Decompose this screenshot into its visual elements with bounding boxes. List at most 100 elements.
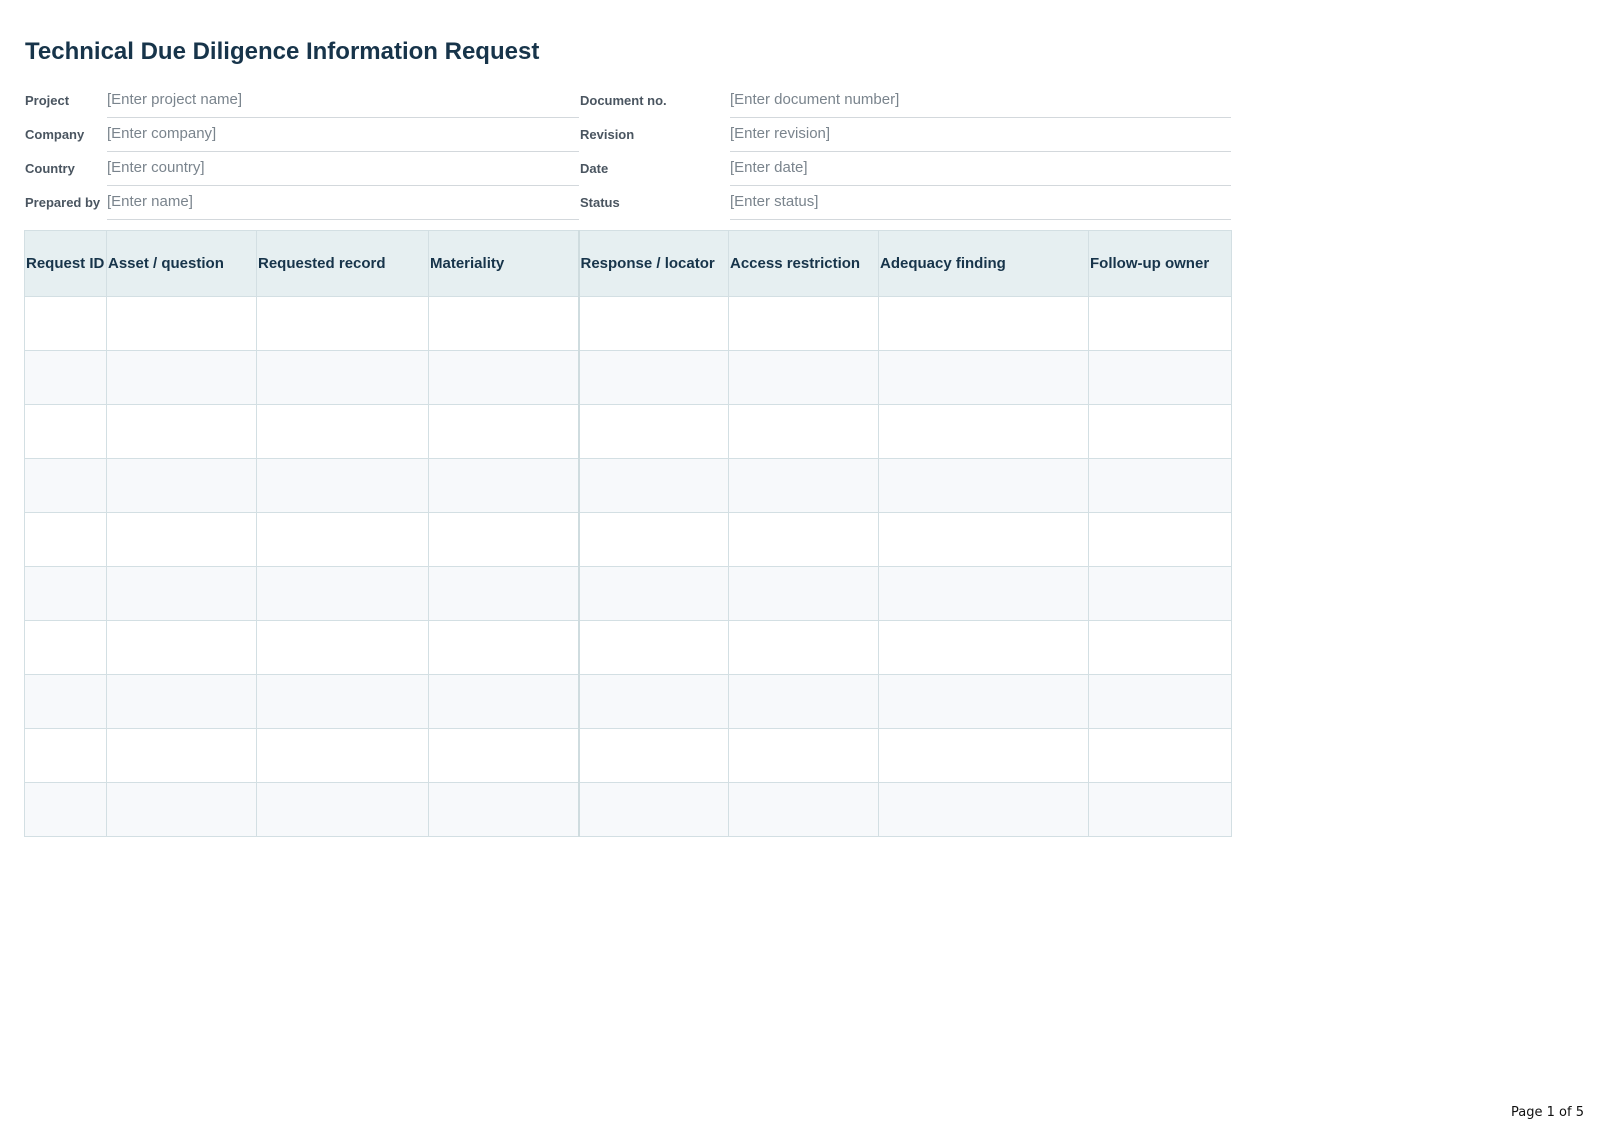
table-cell[interactable] bbox=[577, 404, 729, 459]
table-cell[interactable] bbox=[428, 620, 579, 675]
table-cell[interactable] bbox=[878, 566, 1089, 621]
table-cell[interactable] bbox=[106, 728, 257, 783]
table-cell[interactable] bbox=[1088, 566, 1232, 621]
table-cell[interactable] bbox=[577, 458, 729, 513]
table-cell[interactable] bbox=[878, 620, 1089, 675]
project-label: Project bbox=[25, 93, 70, 108]
document-number-field[interactable]: [Enter document number] bbox=[730, 85, 1231, 118]
meta-row: Company [Enter company] Revision [Enter … bbox=[25, 119, 1231, 153]
table-cell[interactable] bbox=[256, 512, 429, 567]
table-cell[interactable] bbox=[878, 728, 1089, 783]
table-cell[interactable] bbox=[728, 404, 879, 459]
table-cell[interactable] bbox=[256, 782, 429, 837]
table-cell[interactable] bbox=[728, 728, 879, 783]
table-cell[interactable] bbox=[256, 404, 429, 459]
table-cell[interactable] bbox=[428, 296, 579, 351]
table-cell[interactable] bbox=[728, 782, 879, 837]
table-cell[interactable] bbox=[878, 296, 1089, 351]
table-cell[interactable] bbox=[728, 350, 879, 405]
table-cell[interactable] bbox=[24, 404, 107, 459]
revision-field[interactable]: [Enter revision] bbox=[730, 119, 1231, 152]
table-cell[interactable] bbox=[256, 620, 429, 675]
table-cell[interactable] bbox=[256, 296, 429, 351]
table-row bbox=[24, 674, 1232, 729]
table-cell[interactable] bbox=[106, 512, 257, 567]
table-cell[interactable] bbox=[878, 350, 1089, 405]
table-cell[interactable] bbox=[24, 620, 107, 675]
document-title: Technical Due Diligence Information Requ… bbox=[25, 38, 540, 65]
table-cell[interactable] bbox=[428, 674, 579, 729]
column-header-access-restriction: Access restriction bbox=[728, 230, 879, 297]
table-cell[interactable] bbox=[1088, 296, 1232, 351]
table-cell[interactable] bbox=[256, 566, 429, 621]
table-cell[interactable] bbox=[256, 728, 429, 783]
table-cell[interactable] bbox=[577, 782, 729, 837]
country-label: Country bbox=[25, 161, 75, 176]
table-cell[interactable] bbox=[728, 458, 879, 513]
table-cell[interactable] bbox=[1088, 512, 1232, 567]
document-metadata: Project [Enter project name] Document no… bbox=[25, 85, 1231, 221]
table-cell[interactable] bbox=[577, 674, 729, 729]
table-cell[interactable] bbox=[428, 458, 579, 513]
table-cell[interactable] bbox=[106, 620, 257, 675]
table-cell[interactable] bbox=[428, 566, 579, 621]
table-cell[interactable] bbox=[1088, 404, 1232, 459]
table-cell[interactable] bbox=[24, 782, 107, 837]
prepared-by-field[interactable]: [Enter name] bbox=[107, 187, 579, 220]
table-cell[interactable] bbox=[1088, 350, 1232, 405]
table-cell[interactable] bbox=[577, 512, 729, 567]
table-cell[interactable] bbox=[1088, 458, 1232, 513]
table-cell[interactable] bbox=[878, 674, 1089, 729]
table-cell[interactable] bbox=[428, 728, 579, 783]
table-cell[interactable] bbox=[106, 296, 257, 351]
table-cell[interactable] bbox=[728, 296, 879, 351]
table-cell[interactable] bbox=[1088, 782, 1232, 837]
table-cell[interactable] bbox=[577, 566, 729, 621]
table-cell[interactable] bbox=[106, 350, 257, 405]
table-cell[interactable] bbox=[577, 296, 729, 351]
date-field[interactable]: [Enter date] bbox=[730, 153, 1231, 186]
table-cell[interactable] bbox=[24, 728, 107, 783]
table-cell[interactable] bbox=[256, 350, 429, 405]
table-cell[interactable] bbox=[106, 404, 257, 459]
table-cell[interactable] bbox=[106, 566, 257, 621]
table-cell[interactable] bbox=[577, 728, 729, 783]
table-cell[interactable] bbox=[1088, 674, 1232, 729]
table-cell[interactable] bbox=[106, 782, 257, 837]
table-cell[interactable] bbox=[428, 350, 579, 405]
table-cell[interactable] bbox=[878, 782, 1089, 837]
table-cell[interactable] bbox=[428, 512, 579, 567]
table-cell[interactable] bbox=[106, 458, 257, 513]
table-cell[interactable] bbox=[256, 458, 429, 513]
table-cell[interactable] bbox=[428, 782, 579, 837]
table-cell[interactable] bbox=[1088, 728, 1232, 783]
table-cell[interactable] bbox=[24, 566, 107, 621]
table-cell[interactable] bbox=[24, 296, 107, 351]
table-cell[interactable] bbox=[24, 512, 107, 567]
table-cell[interactable] bbox=[878, 512, 1089, 567]
table-cell[interactable] bbox=[728, 674, 879, 729]
table-cell[interactable] bbox=[256, 674, 429, 729]
company-label: Company bbox=[25, 127, 85, 142]
table-cell[interactable] bbox=[728, 620, 879, 675]
table-cell[interactable] bbox=[24, 674, 107, 729]
table-cell[interactable] bbox=[24, 458, 107, 513]
company-field[interactable]: [Enter company] bbox=[107, 119, 579, 152]
table-cell[interactable] bbox=[878, 458, 1089, 513]
country-field[interactable]: [Enter country] bbox=[107, 153, 579, 186]
table-cell[interactable] bbox=[577, 620, 729, 675]
table-cell[interactable] bbox=[728, 512, 879, 567]
table-cell[interactable] bbox=[428, 404, 579, 459]
table-cell[interactable] bbox=[24, 350, 107, 405]
project-field[interactable]: [Enter project name] bbox=[107, 85, 579, 118]
table-cell[interactable] bbox=[878, 404, 1089, 459]
table-cell[interactable] bbox=[577, 350, 729, 405]
table-cell[interactable] bbox=[728, 566, 879, 621]
table-row bbox=[24, 512, 1232, 567]
table-cell[interactable] bbox=[1088, 620, 1232, 675]
status-field[interactable]: [Enter status] bbox=[730, 187, 1231, 220]
table-cell[interactable] bbox=[106, 674, 257, 729]
date-label: Date bbox=[580, 161, 609, 176]
page-number: Page 1 of 5 bbox=[1511, 1105, 1584, 1120]
request-table: Request ID Asset / question Requested re… bbox=[24, 230, 1232, 837]
